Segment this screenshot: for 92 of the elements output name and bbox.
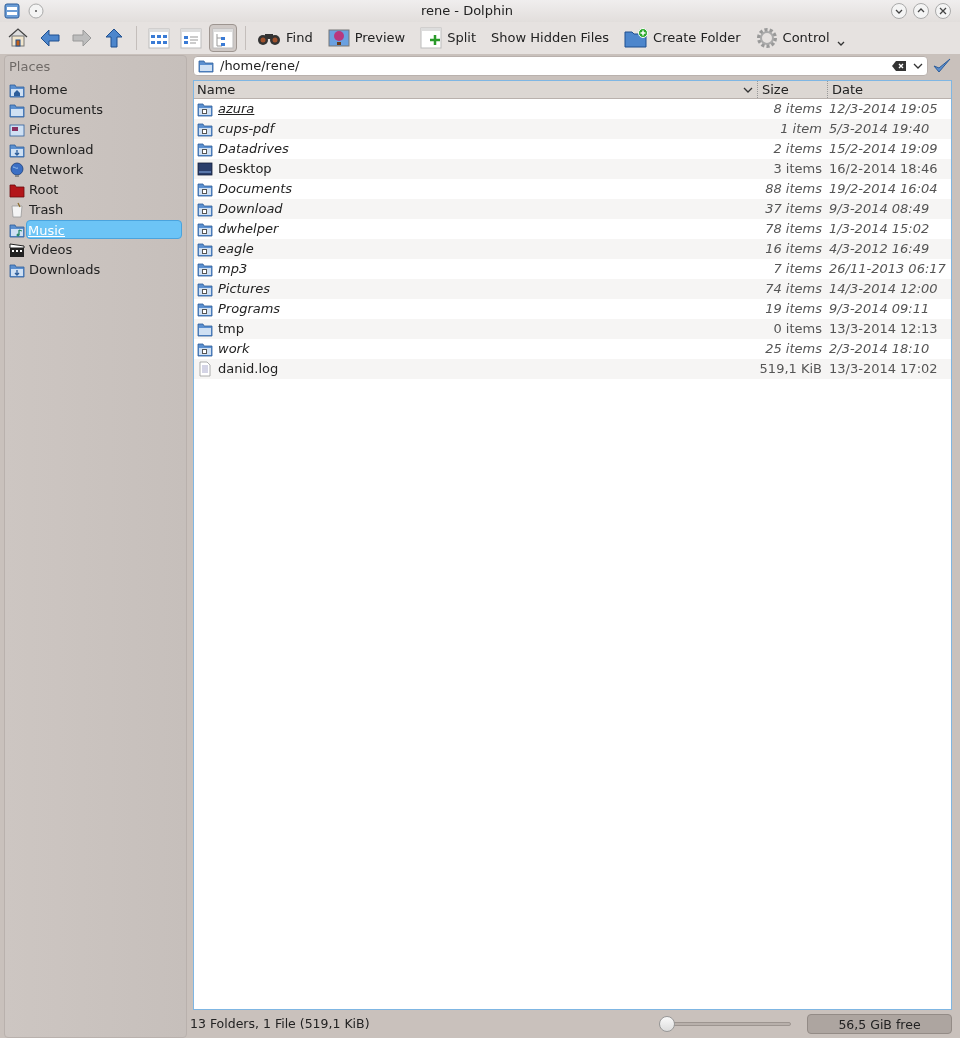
clapperboard-icon xyxy=(9,241,25,258)
file-name[interactable]: Desktop xyxy=(218,159,272,179)
column-header[interactable]: Date xyxy=(832,79,864,100)
date-cell-text: 16/2-2014 18:46 xyxy=(828,160,939,179)
file-name[interactable]: cups-pdf xyxy=(218,119,275,139)
folder-icon xyxy=(197,321,213,337)
column-header[interactable]: Name xyxy=(197,79,236,100)
folder-icon xyxy=(9,101,25,118)
find-button[interactable]: Find xyxy=(254,24,316,52)
date-cell-text: 19/2-2014 16:04 xyxy=(828,180,939,199)
file-name[interactable]: Pictures xyxy=(218,279,271,299)
column-header[interactable]: Size xyxy=(762,79,789,100)
place-item[interactable]: Videos xyxy=(5,239,186,260)
close-button[interactable] xyxy=(934,2,952,20)
file-name[interactable]: Download xyxy=(218,199,283,219)
date-cell-text: 26/11-2013 06:17 xyxy=(828,260,947,279)
file-name[interactable]: azura xyxy=(218,99,255,119)
desktop-icon xyxy=(197,161,213,177)
file-name[interactable]: tmp xyxy=(218,319,244,339)
trash-icon xyxy=(9,201,25,218)
size-cell-text: 7 items xyxy=(772,260,823,279)
size-cell-text: 3 items xyxy=(772,160,823,179)
size-cell-text: 0 items xyxy=(772,320,823,339)
place-item[interactable]: Root xyxy=(5,179,186,200)
date-cell-text: 12/3-2014 19:05 xyxy=(828,100,939,119)
date-cell-text: 9/3-2014 08:49 xyxy=(828,200,931,219)
date-cell-text: 1/3-2014 15:02 xyxy=(828,220,931,239)
date-cell-text: 9/3-2014 09:11 xyxy=(828,300,931,319)
more-icon[interactable] xyxy=(835,40,846,48)
file-name[interactable]: eagle xyxy=(218,239,254,259)
file-name[interactable]: danid.log xyxy=(218,359,279,379)
slider-thumb[interactable] xyxy=(658,1016,675,1032)
date-cell-text: 5/3-2014 19:40 xyxy=(828,120,931,139)
size-cell-text: 2 items xyxy=(772,140,823,159)
free-space-bar: 56,5 GiB free xyxy=(807,1014,952,1034)
places-title: Places xyxy=(8,58,52,76)
download-folder-icon xyxy=(9,261,25,278)
place-item[interactable]: Downloads xyxy=(5,259,186,280)
location-field[interactable]: /home/rene/ xyxy=(193,56,928,76)
size-cell-text: 25 items xyxy=(764,340,823,359)
status-text: 13 Folders, 1 File (519,1 KiB) xyxy=(190,1014,371,1033)
size-cell-text: 519,1 KiB xyxy=(758,360,823,379)
date-cell-text: 14/3-2014 12:00 xyxy=(828,280,939,299)
split-view-icon xyxy=(420,27,443,49)
size-cell-text: 78 items xyxy=(764,220,823,239)
balloon-picture-icon xyxy=(327,29,350,47)
new-folder-icon xyxy=(624,28,649,48)
clear-icon[interactable] xyxy=(891,60,907,72)
size-cell-text: 19 items xyxy=(764,300,823,319)
file-name[interactable]: mp3 xyxy=(218,259,248,279)
file-name[interactable]: Documents xyxy=(218,179,293,199)
folder-icon xyxy=(9,181,25,198)
size-cell-text: 74 items xyxy=(764,280,823,299)
control-button[interactable]: Control xyxy=(752,24,833,52)
date-cell-text: 2/3-2014 18:10 xyxy=(828,340,931,359)
date-cell-text: 4/3-2012 16:49 xyxy=(828,240,931,259)
dropdown-icon[interactable] xyxy=(913,62,923,70)
place-item[interactable]: Trash xyxy=(5,199,186,220)
file-name[interactable]: work xyxy=(218,339,250,359)
file-name[interactable]: Datadrives xyxy=(218,139,289,159)
preview-button[interactable]: Preview xyxy=(324,24,409,52)
home-folder-icon xyxy=(9,81,25,98)
minimize-button[interactable] xyxy=(890,2,908,20)
place-item[interactable]: Pictures xyxy=(5,119,186,140)
place-item[interactable]: Network xyxy=(5,159,186,180)
music-folder-icon xyxy=(9,221,25,238)
create-folder-button[interactable]: Create Folder xyxy=(621,24,744,52)
window-menu-icon[interactable] xyxy=(4,3,20,19)
place-item[interactable]: Download xyxy=(5,139,186,160)
window-title: rene - Dolphin xyxy=(420,3,514,19)
pictures-icon xyxy=(9,121,25,138)
place-item[interactable]: Documents xyxy=(5,99,186,120)
split-button[interactable]: Split xyxy=(417,24,480,52)
file-name[interactable]: dwhelper xyxy=(218,219,279,239)
size-cell-text: 16 items xyxy=(764,240,823,259)
size-cell-text: 88 items xyxy=(764,180,823,199)
hidden-files-button[interactable]: Show Hidden Files xyxy=(488,24,613,52)
gear-icon xyxy=(755,27,778,49)
sort-icon[interactable] xyxy=(743,85,753,94)
details-view-button[interactable] xyxy=(209,24,237,52)
date-cell-text: 15/2-2014 19:09 xyxy=(828,140,939,159)
place-item[interactable]: Home xyxy=(5,79,186,100)
folder-icon xyxy=(198,59,214,73)
size-cell-text: 37 items xyxy=(764,200,823,219)
size-cell-text: 1 item xyxy=(779,120,823,139)
date-cell-text: 13/3-2014 17:02 xyxy=(828,360,939,379)
date-cell-text: 13/3-2014 12:13 xyxy=(828,320,939,339)
globe-icon xyxy=(9,161,25,178)
size-cell-text: 8 items xyxy=(772,100,823,119)
file-name[interactable]: Programs xyxy=(218,299,281,319)
download-folder-icon xyxy=(9,141,25,158)
checkmark-icon[interactable] xyxy=(932,57,952,75)
